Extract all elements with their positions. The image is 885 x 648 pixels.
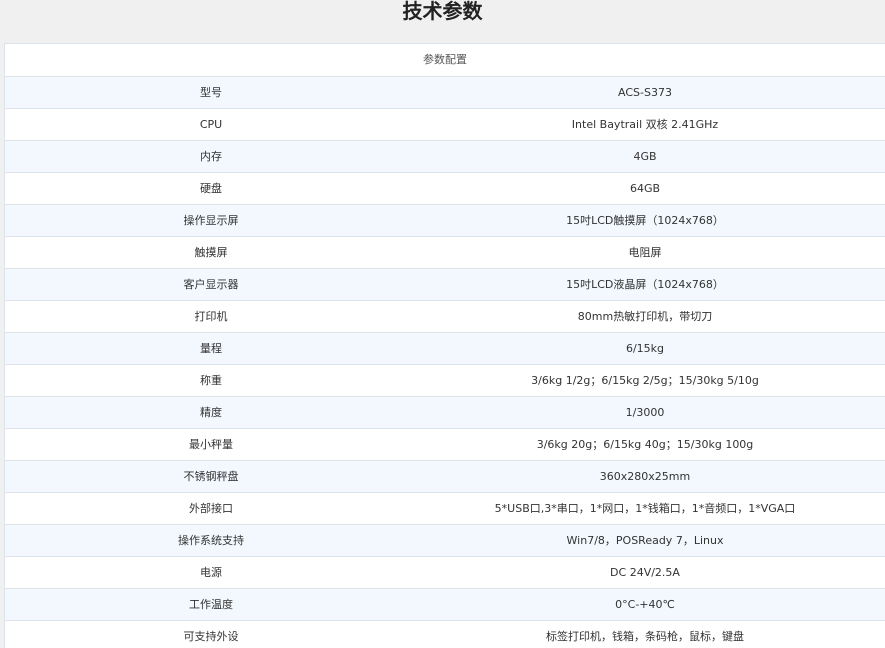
spec-label: 外部接口	[189, 502, 233, 515]
spec-value: 4GB	[633, 150, 657, 163]
spec-value: 80mm热敏打印机，带切刀	[577, 310, 713, 323]
spec-label: 工作温度	[189, 598, 233, 611]
spec-value: 1/3000	[625, 406, 665, 419]
table-row: 客户显示器 15吋LCD液晶屏（1024x768）	[5, 269, 885, 301]
spec-table-header: 参数配置	[5, 44, 885, 77]
spec-value: 标签打印机，钱箱，条码枪，鼠标，键盘	[546, 630, 744, 643]
spec-value: 0°C-+40℃	[615, 598, 675, 611]
spec-label: 硬盘	[200, 182, 222, 195]
spec-label: 触摸屏	[194, 246, 228, 259]
spec-label: 电源	[200, 566, 222, 579]
table-row: 硬盘 64GB	[5, 173, 885, 205]
spec-value: 3/6kg 1/2g；6/15kg 2/5g；15/30kg 5/10g	[531, 374, 759, 387]
spec-value: 5*USB口,3*串口，1*网口，1*钱箱口，1*音频口，1*VGA口	[494, 502, 796, 515]
spec-label: 客户显示器	[183, 278, 239, 291]
table-row: 操作系统支持 Win7/8，POSReady 7，Linux	[5, 525, 885, 557]
table-row: 工作温度 0°C-+40℃	[5, 589, 885, 621]
spec-label: 最小秤量	[189, 438, 233, 451]
table-row: 触摸屏 电阻屏	[5, 237, 885, 269]
spec-label: 操作系统支持	[178, 534, 244, 547]
spec-label: 型号	[200, 86, 222, 99]
spec-table-body: 型号 ACS-S373 CPU Intel Baytrail 双核 2.41GHz 内存…	[5, 77, 885, 648]
table-row: 外部接口 5*USB口,3*串口，1*网口，1*钱箱口，1*音频口，1*VGA口	[5, 493, 885, 525]
spec-value: 电阻屏	[628, 246, 662, 259]
table-row: 最小秤量 3/6kg 20g；6/15kg 40g；15/30kg 100g	[5, 429, 885, 461]
spec-page: 技术参数 参数配置 型号 ACS-S373 CPU Intel Baytrail 双核…	[0, 0, 885, 648]
spec-table: 参数配置 型号 ACS-S373 CPU Intel Baytrail 双核 2.41…	[4, 43, 885, 648]
spec-label: 可支持外设	[183, 630, 239, 643]
table-row: 称重 3/6kg 1/2g；6/15kg 2/5g；15/30kg 5/10g	[5, 365, 885, 397]
spec-value: 3/6kg 20g；6/15kg 40g；15/30kg 100g	[536, 438, 754, 451]
spec-label: 量程	[200, 342, 222, 355]
spec-value: 6/15kg	[625, 342, 665, 355]
table-row: 操作显示屏 15吋LCD触摸屏（1024x768）	[5, 205, 885, 237]
spec-label: 打印机	[194, 310, 228, 323]
table-row: 打印机 80mm热敏打印机，带切刀	[5, 301, 885, 333]
spec-value: 15吋LCD液晶屏（1024x768）	[566, 278, 724, 291]
spec-value: 15吋LCD触摸屏（1024x768）	[566, 214, 724, 227]
spec-label: 不锈钢秤盘	[183, 470, 239, 483]
spec-value: ACS-S373	[618, 86, 672, 99]
spec-label: 精度	[200, 406, 222, 419]
spec-label: 操作显示屏	[183, 214, 239, 227]
table-row: 电源 DC 24V/2.5A	[5, 557, 885, 589]
spec-value: Win7/8，POSReady 7，Linux	[566, 534, 724, 547]
spec-label: 内存	[200, 150, 222, 163]
table-row: 内存 4GB	[5, 141, 885, 173]
table-row: 型号 ACS-S373	[5, 77, 885, 109]
spec-label: CPU	[199, 118, 223, 131]
spec-value: 64GB	[629, 182, 661, 195]
spec-value: Intel Baytrail 双核 2.41GHz	[571, 118, 719, 131]
table-row: 可支持外设 标签打印机，钱箱，条码枪，鼠标，键盘	[5, 621, 885, 648]
spec-label: 称重	[200, 374, 222, 387]
table-row: CPU Intel Baytrail 双核 2.41GHz	[5, 109, 885, 141]
table-row: 不锈钢秤盘 360x280x25mm	[5, 461, 885, 493]
page-title: 技术参数	[402, 0, 483, 23]
spec-value: 360x280x25mm	[599, 470, 691, 483]
table-row: 精度 1/3000	[5, 397, 885, 429]
spec-value: DC 24V/2.5A	[610, 566, 680, 579]
table-row: 量程 6/15kg	[5, 333, 885, 365]
